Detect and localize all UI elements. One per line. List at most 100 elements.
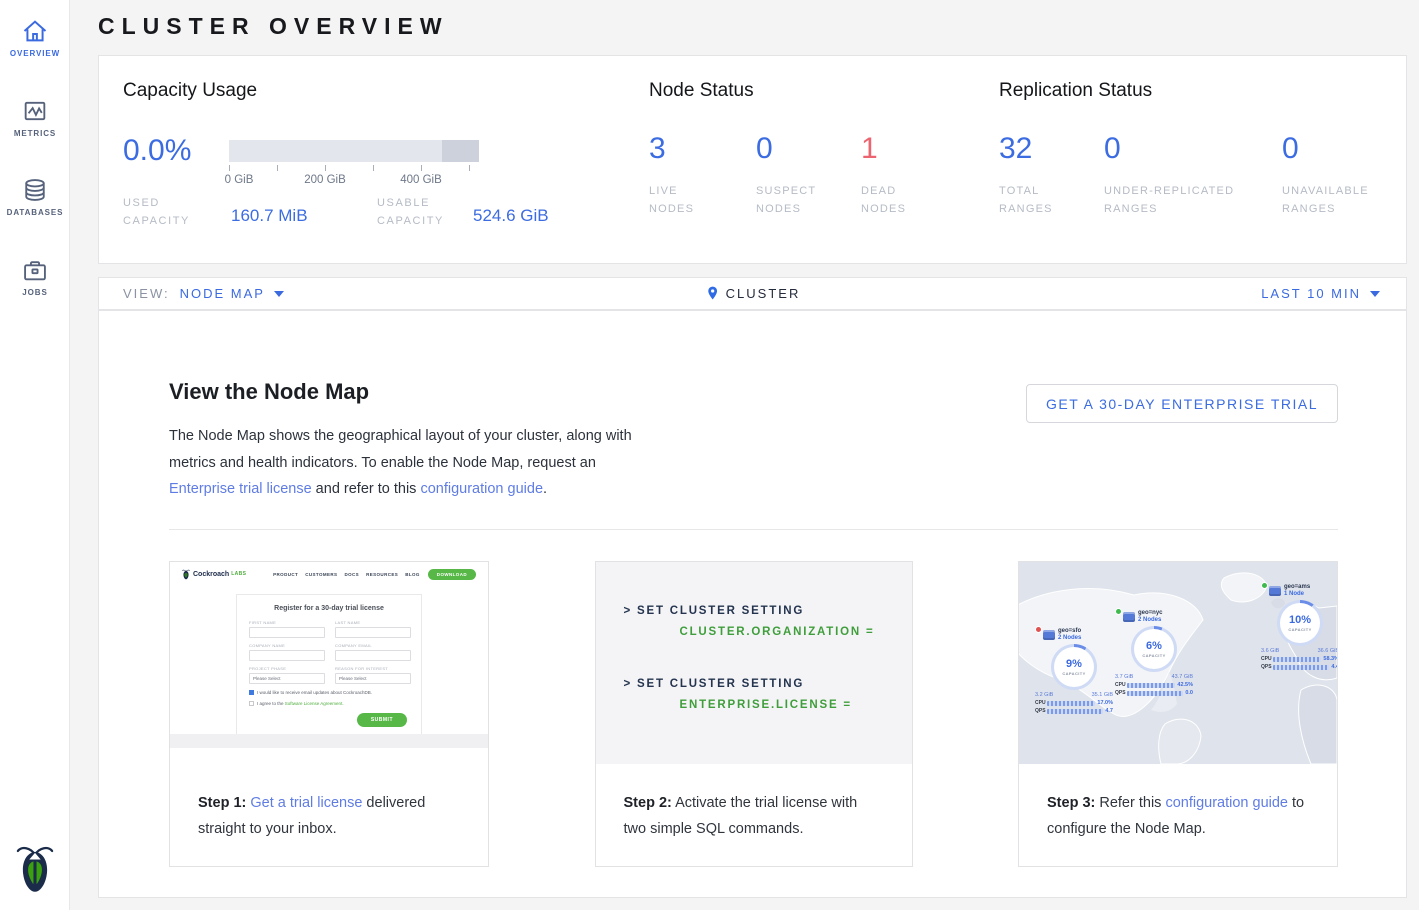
capacity-stats: USED CAPACITY 160.7 MiB USABLE CAPACITY … (123, 194, 623, 238)
configuration-guide-link[interactable]: configuration guide (420, 481, 543, 497)
view-bar: VIEW: NODE MAP CLUSTER LAST 10 MIN (98, 277, 1407, 310)
gauge-tick (373, 165, 374, 171)
node-chip-icon (1043, 630, 1055, 640)
steps-row: Cockroach LABS PRODUCT CUSTOMERS DOCS RE… (169, 561, 1338, 867)
mini-checkbox-updates: I would like to receive email updates ab… (237, 690, 421, 695)
locality-widget-nyc: geo=nyc 2 Nodes 6% CAPACITY 3.7 GiB 43.7… (1115, 610, 1193, 698)
mini-site-brand-suffix: LABS (231, 571, 246, 577)
sidebar-item-label: DATABASES (0, 208, 70, 217)
mini-submit-button: SUBMIT (357, 713, 407, 727)
capacity-percent: 0.0% (123, 134, 191, 168)
sql-setting-line: CLUSTER.ORGANIZATION = (680, 626, 912, 638)
status-dot (1035, 626, 1042, 633)
usable-capacity-label: USABLE (377, 197, 430, 209)
under-replicated-ranges-stat: 0 UNDER-REPLICATEDRANGES (1104, 132, 1234, 218)
capacity-gauge-nonusable-segment (442, 140, 480, 162)
usable-capacity-value: 524.6 GiB (473, 206, 549, 226)
status-dot (1261, 582, 1268, 589)
capacity-ring: 6% CAPACITY (1131, 626, 1177, 672)
time-range-value[interactable]: LAST 10 MIN (1261, 286, 1361, 301)
sidebar-item-label: JOBS (0, 288, 70, 297)
step3-node-map-preview: geo=sfo 2 Nodes 9% CAPACITY 3.2 GiB 35.1… (1019, 562, 1337, 764)
enterprise-trial-button[interactable]: GET A 30-DAY ENTERPRISE TRIAL (1026, 384, 1338, 423)
mini-site-brand: Cockroach (193, 571, 229, 578)
enterprise-trial-license-link[interactable]: Enterprise trial license (169, 481, 312, 497)
node-map-panel: View the Node Map The Node Map shows the… (98, 310, 1407, 898)
node-chip-icon (1269, 586, 1281, 596)
mini-input (335, 627, 411, 638)
qps-bar (1127, 691, 1183, 696)
used-capacity-label: USED (123, 197, 160, 209)
mini-site-register-form: Register for a 30-day trial license FIRS… (236, 594, 422, 742)
gauge-tick (229, 165, 230, 171)
sql-prompt-line: > SET CLUSTER SETTING (624, 605, 912, 617)
dead-nodes-stat: 1 DEADNODES (861, 132, 906, 218)
gauge-tick (325, 165, 326, 171)
live-nodes-stat: 3 LIVENODES (649, 132, 694, 218)
locality-widget-ams: geo=ams 1 Node 10% CAPACITY 3.6 GiB 36.6… (1261, 584, 1337, 672)
cpu-bar (1127, 683, 1175, 688)
unavailable-ranges-stat: 0 UNAVAILABLERANGES (1282, 132, 1369, 218)
page-title: CLUSTER OVERVIEW (98, 13, 449, 40)
step2-card: > SET CLUSTER SETTING CLUSTER.ORGANIZATI… (595, 561, 913, 867)
scope-indicator: CLUSTER (705, 285, 801, 302)
chevron-down-icon (274, 291, 284, 297)
step2-caption: Step 2: Activate the trial license with … (596, 764, 912, 842)
node-status-title: Node Status (649, 80, 754, 102)
sidebar-item-databases[interactable]: DATABASES (0, 176, 70, 217)
gauge-tick-label: 200 GiB (304, 174, 346, 186)
replication-status-title: Replication Status (999, 80, 1152, 102)
mini-site-body: Register for a 30-day trial license FIRS… (170, 586, 488, 748)
sidebar-item-overview[interactable]: OVERVIEW (0, 17, 70, 58)
map-pin-icon (705, 285, 720, 302)
sidebar-item-jobs[interactable]: JOBS (0, 256, 70, 297)
gauge-tick (469, 165, 470, 171)
capacity-usage-title: Capacity Usage (123, 80, 257, 102)
sql-prompt-line: > SET CLUSTER SETTING (624, 678, 912, 690)
view-label: VIEW: (123, 286, 170, 301)
step1-website-screenshot: Cockroach LABS PRODUCT CUSTOMERS DOCS RE… (170, 562, 488, 764)
sidebar-item-label: METRICS (0, 129, 70, 138)
step3-card: geo=sfo 2 Nodes 9% CAPACITY 3.2 GiB 35.1… (1018, 561, 1338, 867)
time-range-selector[interactable]: LAST 10 MIN (1261, 286, 1380, 301)
mini-roach-icon (182, 569, 190, 580)
gauge-tick-label: 400 GiB (400, 174, 442, 186)
panel-description: The Node Map shows the geographical layo… (169, 423, 637, 503)
qps-bar (1273, 665, 1329, 670)
view-selector[interactable]: VIEW: NODE MAP (123, 286, 284, 301)
sidebar-item-metrics[interactable]: METRICS (0, 97, 70, 138)
divider (169, 529, 1338, 530)
view-value[interactable]: NODE MAP (180, 286, 265, 301)
mini-site-download-button: DOWNLOAD (428, 569, 476, 580)
step3-caption: Step 3: Refer this configuration guide t… (1019, 764, 1337, 842)
get-trial-license-link[interactable]: Get a trial license (250, 795, 362, 811)
status-dot (1115, 608, 1122, 615)
cpu-bar (1273, 657, 1321, 662)
gauge-tick (277, 165, 278, 171)
checkbox-icon (249, 690, 254, 695)
sidebar: OVERVIEW METRICS DATABASES JOBS (0, 0, 70, 910)
cluster-summary-card: Capacity Usage 0.0% 0 GiB 200 GiB 400 Gi… (98, 55, 1407, 264)
locality-widget-sfo: geo=sfo 2 Nodes 9% CAPACITY 3.2 GiB 35.1… (1035, 628, 1113, 716)
database-icon (21, 176, 49, 204)
mini-site-nav: PRODUCT CUSTOMERS DOCS RESOURCES BLOG (273, 572, 420, 577)
configuration-guide-link[interactable]: configuration guide (1165, 795, 1288, 811)
sql-setting-line: ENTERPRISE.LICENSE = (680, 699, 912, 711)
qps-bar (1047, 709, 1103, 714)
mini-input (249, 627, 325, 638)
cockroachdb-logo-icon (16, 844, 54, 894)
step2-sql-snippet: > SET CLUSTER SETTING CLUSTER.ORGANIZATI… (596, 562, 912, 764)
capacity-ring: 10% CAPACITY (1277, 600, 1323, 646)
step1-card: Cockroach LABS PRODUCT CUSTOMERS DOCS RE… (169, 561, 489, 867)
gauge-tick (421, 165, 422, 171)
mini-checkbox-license: I agree to the Software License Agreemen… (237, 701, 421, 706)
scope-label: CLUSTER (726, 286, 801, 301)
mini-site-footer-band (170, 734, 488, 748)
panel-heading: View the Node Map (169, 379, 369, 405)
capacity-ring: 9% CAPACITY (1051, 644, 1097, 690)
mini-form-title: Register for a 30-day trial license (237, 605, 421, 612)
briefcase-icon (21, 256, 49, 284)
mini-input (249, 650, 325, 661)
step1-caption: Step 1: Get a trial license delivered st… (170, 764, 488, 842)
node-chip-icon (1123, 612, 1135, 622)
